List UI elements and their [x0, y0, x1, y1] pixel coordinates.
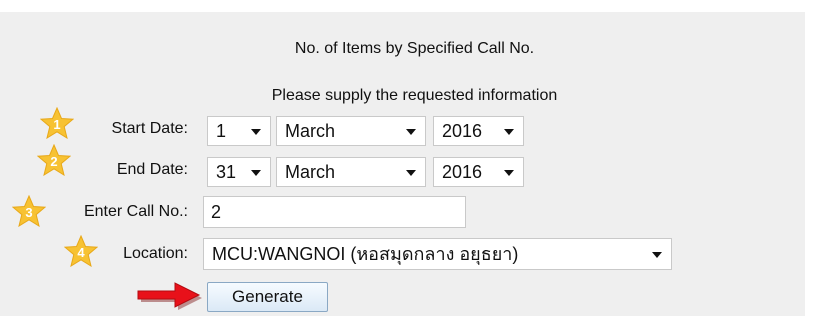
chevron-down-icon [406, 170, 416, 176]
step-2-number: 2 [50, 154, 57, 169]
start-day-value: 1 [216, 121, 227, 141]
location-value: MCU:WANGNOI (หอสมุดกลาง อยุธยา) [212, 244, 519, 264]
step-3-number: 3 [25, 205, 32, 220]
start-date-label: Start Date: [111, 120, 188, 137]
step-4-star-icon: 4 [64, 235, 98, 267]
generate-button[interactable]: Generate [207, 282, 328, 312]
step-1-number: 1 [53, 117, 60, 132]
call-no-input[interactable]: 2 [203, 196, 466, 228]
end-date-label: End Date: [116, 161, 188, 178]
end-month-value: March [285, 162, 336, 182]
chevron-down-icon [504, 129, 514, 135]
end-month-select[interactable]: March [276, 157, 426, 187]
page-title: No. of Items by Specified Call No. [294, 40, 535, 57]
call-no-label: Enter Call No.: [83, 203, 188, 220]
step-3-star-icon: 3 [12, 195, 46, 227]
end-year-select[interactable]: 2016 [433, 157, 524, 187]
start-month-select[interactable]: March [276, 116, 426, 146]
end-year-value: 2016 [442, 162, 483, 182]
chevron-down-icon [251, 129, 261, 135]
location-select[interactable]: MCU:WANGNOI (หอสมุดกลาง อยุธยา) [203, 238, 672, 270]
step-1-star-icon: 1 [40, 107, 74, 139]
step-2-star-icon: 2 [37, 144, 71, 176]
start-year-select[interactable]: 2016 [433, 116, 524, 146]
instruction-text: Please supply the requested information [271, 87, 558, 104]
end-day-select[interactable]: 31 [207, 157, 271, 187]
start-day-select[interactable]: 1 [207, 116, 271, 146]
chevron-down-icon [406, 129, 416, 135]
chevron-down-icon [504, 170, 514, 176]
step-4-number: 4 [77, 245, 85, 260]
location-label: Location: [123, 245, 188, 262]
start-month-value: March [285, 121, 336, 141]
chevron-down-icon [251, 170, 261, 176]
arrow-right-icon [137, 282, 202, 310]
start-year-value: 2016 [442, 121, 483, 141]
chevron-down-icon [652, 252, 662, 258]
end-day-value: 31 [216, 162, 237, 182]
